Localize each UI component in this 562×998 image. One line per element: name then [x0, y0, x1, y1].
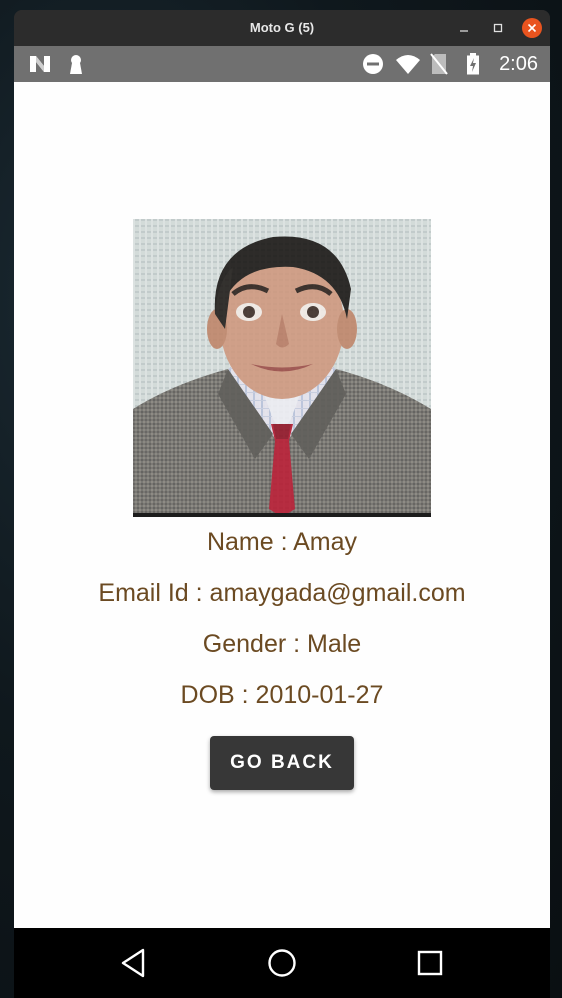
dob-text: DOB : 2010-01-27	[180, 681, 384, 709]
email-text: Email Id : amaygada@gmail.com	[98, 579, 466, 607]
go-back-button[interactable]: GO BACK	[210, 736, 354, 790]
gender-text: Gender : Male	[202, 630, 362, 658]
no-sim-icon	[430, 53, 448, 75]
android-status-bar: 2:06	[14, 46, 550, 82]
profile-photo	[133, 219, 431, 517]
n-icon	[30, 56, 50, 72]
close-icon[interactable]	[522, 18, 542, 38]
back-triangle-icon[interactable]	[116, 945, 152, 981]
status-time: 2:06	[499, 53, 538, 75]
name-text: Name : Amay	[206, 528, 358, 556]
do-not-disturb-icon	[363, 54, 383, 74]
wifi-icon	[396, 55, 420, 74]
battery-icon	[467, 53, 479, 75]
recents-square-icon[interactable]	[412, 945, 448, 981]
android-nav-bar	[14, 928, 550, 998]
home-circle-icon[interactable]	[264, 945, 300, 981]
window-titlebar[interactable]: Moto G (5)	[14, 10, 550, 46]
minimize-icon[interactable]	[454, 18, 474, 38]
maximize-icon[interactable]	[488, 18, 508, 38]
emulator-window: Moto G (5) 2:06 Name: Amay Email Id: a…	[14, 10, 550, 998]
keyhole-icon	[70, 55, 82, 74]
app-screen: Name : Amay Email Id : amaygada@gmail.co…	[14, 82, 550, 928]
